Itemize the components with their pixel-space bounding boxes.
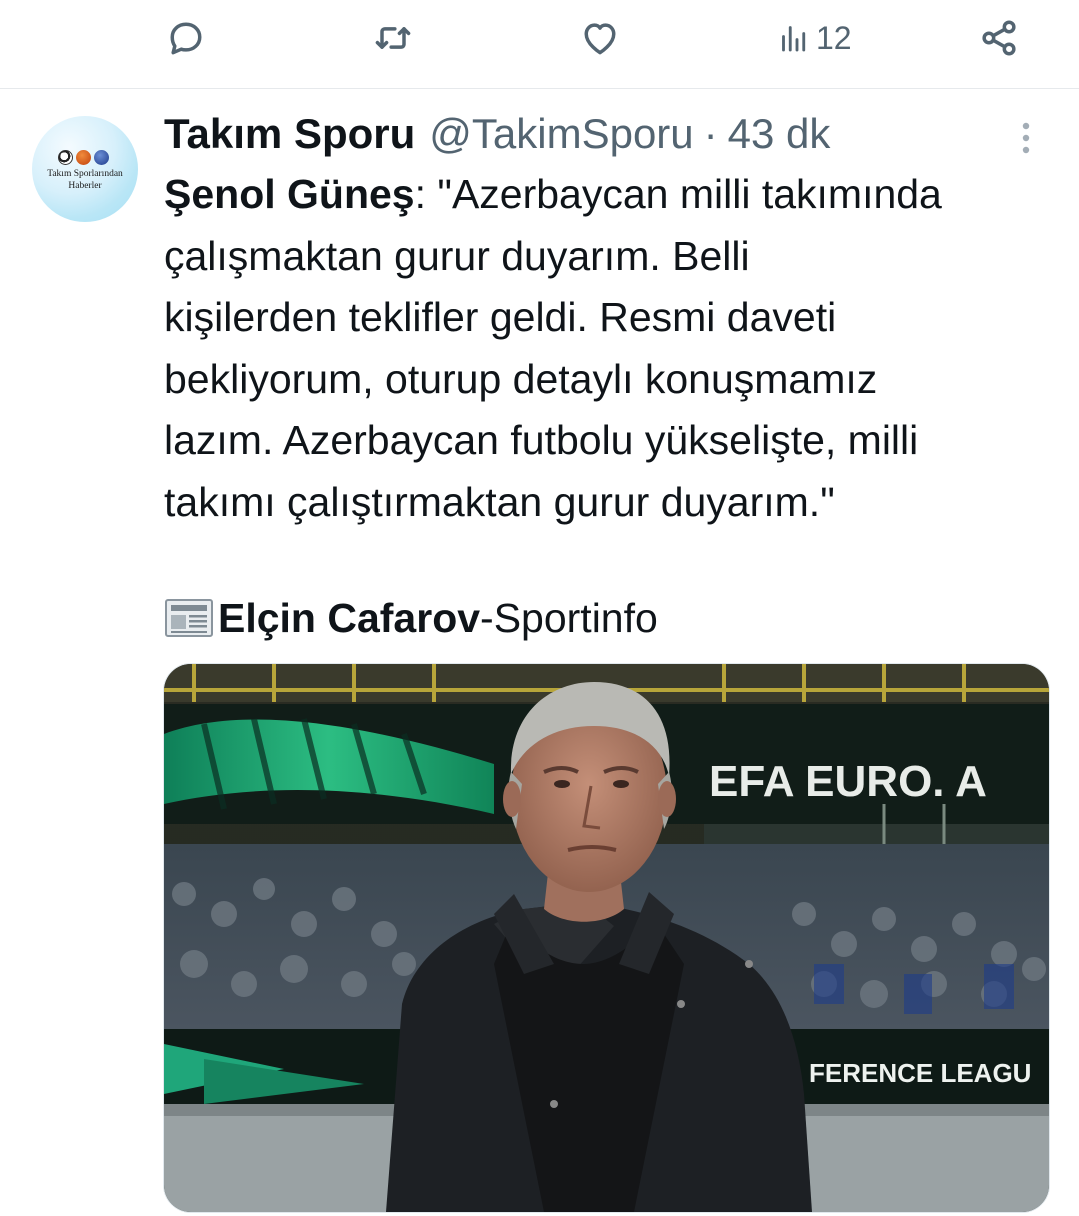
avatar-text-line1: Takım Sporlarından: [47, 169, 123, 179]
share-icon: [982, 20, 1016, 56]
banner-text-top: EFA EURO. A: [709, 757, 987, 806]
credit-source: -Sportinfo: [480, 594, 658, 641]
soccer-ball-icon: [58, 150, 73, 165]
basketball-icon: [76, 150, 91, 165]
credit-author: Elçin Cafarov: [218, 594, 481, 641]
sports-balls-logo: [58, 150, 109, 165]
previous-tweet-action-bar: 12: [0, 0, 1079, 89]
tweet-text-line: kişilerden teklifler geldi. Resmi daveti: [164, 294, 837, 340]
views-button[interactable]: 12: [776, 14, 852, 62]
avatar[interactable]: Takım Sporlarından Haberler: [32, 116, 138, 222]
share-button[interactable]: [977, 14, 1021, 62]
tweet-photo[interactable]: EFA EURO. A FERENCE LEAGU: [163, 663, 1050, 1213]
views-count: 12: [816, 19, 852, 56]
banner-text-bottom: FERENCE LEAGU: [809, 1058, 1031, 1088]
tweet-text-line: Şenol Güneş: "Azerbaycan milli takımında: [164, 164, 1064, 226]
bar-chart-icon: [782, 26, 806, 52]
retweet-icon: [375, 27, 411, 49]
source-credit: Elçin Cafarov -Sportinfo: [164, 590, 658, 646]
avatar-logo-text: Takım Sporlarından Haberler: [38, 168, 132, 192]
tweet-header: Takım Sporu @TakimSporu · 43 dk: [164, 108, 830, 160]
tweet-text-line: çalışmaktan gurur duyarım. Belli: [164, 232, 750, 279]
tweet-text-line: lazım. Azerbaycan futbolu yükselişte, mi…: [164, 417, 919, 463]
tweet-text-line: bekliyorum, oturup detaylı konuşmamız: [164, 355, 878, 402]
like-button[interactable]: [578, 14, 622, 62]
newspaper-icon: [165, 599, 213, 637]
heart-icon: [584, 23, 616, 55]
tweet-text-line: takımı çalıştırmaktan gurur duyarım.": [164, 478, 835, 525]
retweet-button[interactable]: [371, 14, 415, 62]
reply-button[interactable]: [164, 14, 208, 62]
quoted-person-name: Şenol Güneş: [164, 171, 415, 217]
more-options-button[interactable]: [1010, 118, 1042, 158]
stadium-photo: EFA EURO. A FERENCE LEAGU: [164, 664, 1049, 1212]
tweet-text: Şenol Güneş: "Azerbaycan milli takımında…: [164, 164, 1064, 533]
separator-dot: ·: [703, 110, 718, 157]
display-name[interactable]: Takım Sporu: [164, 110, 415, 158]
avatar-text-line2: Haberler: [68, 181, 102, 191]
tweet-text-segment: : "Azerbaycan milli takımında: [414, 171, 942, 217]
vertical-ellipsis-icon: [1022, 122, 1030, 154]
user-handle[interactable]: @TakimSporu: [429, 110, 693, 158]
speech-bubble-icon: [170, 22, 202, 55]
volleyball-icon: [94, 150, 109, 165]
tweet-timestamp[interactable]: 43 dk: [728, 110, 831, 158]
